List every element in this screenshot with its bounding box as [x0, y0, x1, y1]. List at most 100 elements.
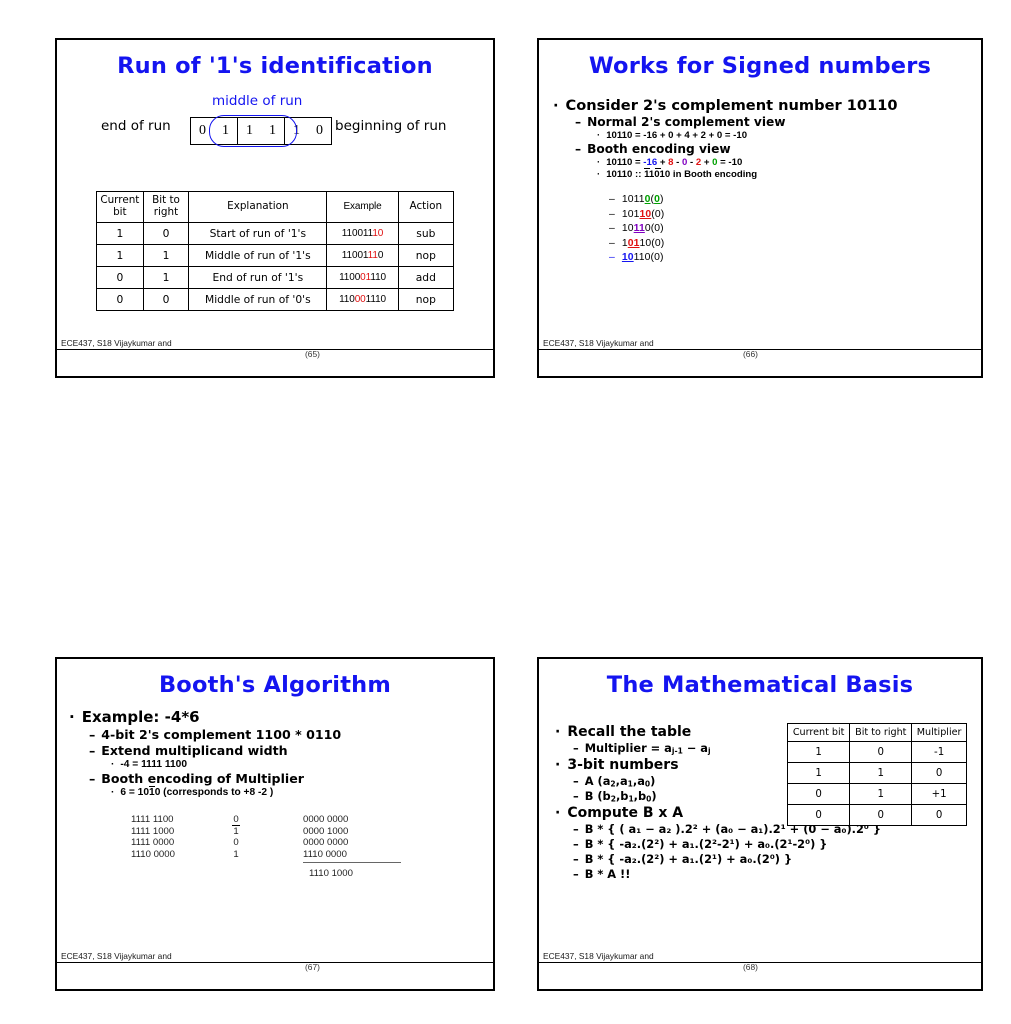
column-header-example: Example	[326, 191, 399, 223]
table-row: 0 1 End of run of '1's 110001110 add	[96, 265, 455, 289]
cell-bit-to-right: 1	[849, 762, 913, 785]
beginning-of-run-label: beginning of run	[335, 118, 447, 134]
partial-product: 0000 1000	[303, 825, 349, 837]
bit-cell: 0	[199, 123, 206, 138]
middle-of-run-label: middle of run	[212, 93, 303, 109]
run-diagram: middle of run end of run beginning of ru…	[57, 93, 493, 185]
slide-run-of-1s: Run of '1's identification middle of run…	[55, 38, 495, 378]
bit-cell: 1	[284, 118, 308, 144]
slide-body: Example: -4*6 4-bit 2's complement 1100 …	[69, 708, 493, 798]
bullet-derivation-line-2: B * { -a₂.(2²) + a₁.(2²-2¹) + a₀.(2¹-2⁰)…	[573, 837, 828, 851]
bullet-multiplier-formula: Multiplier = aj-1 − aj	[573, 741, 795, 756]
sum-divider	[303, 862, 401, 864]
cell-bit-to-right: 0	[142, 287, 190, 311]
multiplicand-row: 1111 1000	[131, 825, 175, 837]
table-row: 1 0 -1	[786, 741, 967, 764]
column-header-explanation: Explanation	[188, 191, 328, 223]
end-of-run-label: end of run	[101, 118, 171, 134]
page-title: Works for Signed numbers	[588, 53, 932, 79]
table-row: 1 1 Middle of run of '1's 11001110 nop	[96, 243, 455, 267]
slide-footer: ECE437, S18 Vijaykumar and (65)	[57, 338, 493, 376]
table-row: 0 0 Middle of run of '0's 110001110 nop	[96, 287, 455, 311]
bullet-booth-encoding: Booth encoding of Multiplier	[89, 771, 493, 786]
slide-body: Consider 2's complement number 10110 Nor…	[553, 97, 981, 263]
bullet-derivation-line-1: B * { ( a₁ − a₂ ).2² + (a₀ − a₁).2¹ + (0…	[573, 822, 881, 836]
table-header-row: Current bit Bit to right Multiplier	[786, 722, 967, 743]
cell-action: add	[397, 265, 455, 289]
page-title: Booth's Algorithm	[158, 672, 392, 698]
handout-sheet: Run of '1's identification middle of run…	[0, 0, 1011, 1024]
page-title: The Mathematical Basis	[606, 672, 914, 698]
bit-string-box: 0 1 1 1 1 0	[190, 117, 332, 145]
bullet-minus-four: -4 = 1111 1100	[111, 759, 493, 770]
bullet-derivation-line-3: B * { -a₂.(2²) + a₁.(2¹) + a₀.(2⁰) }	[573, 852, 795, 866]
cell-bit-to-right: 0	[849, 804, 913, 827]
bullet-example: Example: -4*6	[69, 708, 493, 726]
partial-product: 1110 0000	[303, 848, 347, 860]
cell-bit-to-right: 1	[142, 265, 190, 289]
slide-mathematical-basis: The Mathematical Basis Current bit Bit t…	[537, 657, 983, 991]
multiplicand-row: 1111 1100	[131, 814, 174, 825]
footer-course-label: ECE437, S18 Vijaykumar and	[543, 338, 654, 348]
cell-multiplier: -1	[911, 741, 967, 764]
booth-digit: 0	[233, 837, 239, 848]
bit-cell: 0	[316, 123, 323, 138]
footer-page-number: (68)	[743, 962, 758, 972]
cell-current-bit: 1	[786, 762, 851, 785]
cell-explanation: End of run of '1's	[188, 265, 328, 289]
cell-multiplier: 0	[911, 762, 967, 785]
cell-example: 11001110	[326, 243, 399, 267]
bullet-normal-view: Normal 2's complement view	[575, 115, 981, 129]
footer-page-number: (65)	[305, 349, 320, 359]
booth-digit: 1	[233, 848, 239, 860]
final-sum: 1110 1000	[309, 868, 353, 879]
footer-course-label: ECE437, S18 Vijaykumar and	[543, 951, 654, 961]
bullet-three-bit-numbers: 3-bit numbers	[555, 757, 795, 773]
slide-booths-algorithm: Booth's Algorithm Example: -4*6 4-bit 2'…	[55, 657, 495, 991]
cell-current-bit: 1	[96, 243, 144, 267]
multiplication-worksheet: 1111 1100 1111 1000 1111 0000 1110 0000 …	[57, 814, 493, 904]
cell-current-bit: 0	[786, 783, 851, 806]
footer-page-number: (66)	[743, 349, 758, 359]
encoding-steps-list: 10110(0) 10110(0) 10110(0) 10110(0) 1011…	[609, 194, 981, 263]
bullet-extend-width: Extend multiplicand width	[89, 743, 493, 758]
table-header-row: Current bit Bit to right Explanation Exa…	[96, 191, 455, 223]
bullet-recall-table: Recall the table	[555, 724, 795, 740]
cell-current-bit: 0	[786, 804, 851, 827]
cell-bit-to-right: 0	[849, 741, 913, 764]
booth-digit: 0	[233, 814, 239, 825]
column-header-current-bit: Current bit	[96, 191, 144, 223]
cell-current-bit: 1	[96, 221, 144, 245]
booth-digit: 1	[232, 824, 241, 837]
footer-page-number: (67)	[305, 962, 320, 972]
footer-course-label: ECE437, S18 Vijaykumar and	[61, 951, 172, 961]
table-row: 0 1 +1	[786, 783, 967, 806]
bullet-b-definition: B (b2,b1,b0)	[573, 789, 795, 804]
table-row: 0 0 0	[786, 804, 967, 827]
bullet-derivation-line-4: B * A !!	[573, 867, 795, 881]
cell-current-bit: 0	[96, 265, 144, 289]
cell-action: sub	[397, 221, 455, 245]
cell-current-bit: 1	[786, 741, 851, 764]
multiplier-table: Current bit Bit to right Multiplier 1 0 …	[786, 722, 967, 827]
bullet-normal-equation: 10110 = -16 + 0 + 4 + 2 + 0 = -10	[597, 130, 981, 141]
table-row: 1 1 0	[786, 762, 967, 785]
cell-example: 110001110	[326, 287, 399, 311]
encoding-step: 10110(0)	[609, 223, 981, 234]
cell-example: 110001110	[326, 265, 399, 289]
encoding-step: 10110(0)	[609, 252, 981, 263]
cell-action: nop	[397, 287, 455, 311]
partial-product: 0000 0000	[303, 814, 349, 825]
cell-multiplier: +1	[911, 783, 967, 806]
column-header-action: Action	[397, 191, 455, 223]
page-title: Run of '1's identification	[117, 53, 433, 79]
slide-works-for-signed-numbers: Works for Signed numbers Consider 2's co…	[537, 38, 983, 378]
multiplicand-row: 1111 0000	[131, 837, 175, 848]
cell-example: 11001110	[326, 221, 399, 245]
bullet-six-encoding: 6 = 1010 (corresponds to +8 -2 )	[111, 786, 493, 798]
bit-cell: 1	[237, 118, 261, 144]
column-header-current-bit: Current bit	[786, 722, 851, 743]
cell-multiplier: 0	[911, 804, 967, 827]
table-row: 1 0 Start of run of '1's 11001110 sub	[96, 221, 455, 245]
booth-rules-table: Current bit Bit to right Explanation Exa…	[96, 191, 455, 311]
